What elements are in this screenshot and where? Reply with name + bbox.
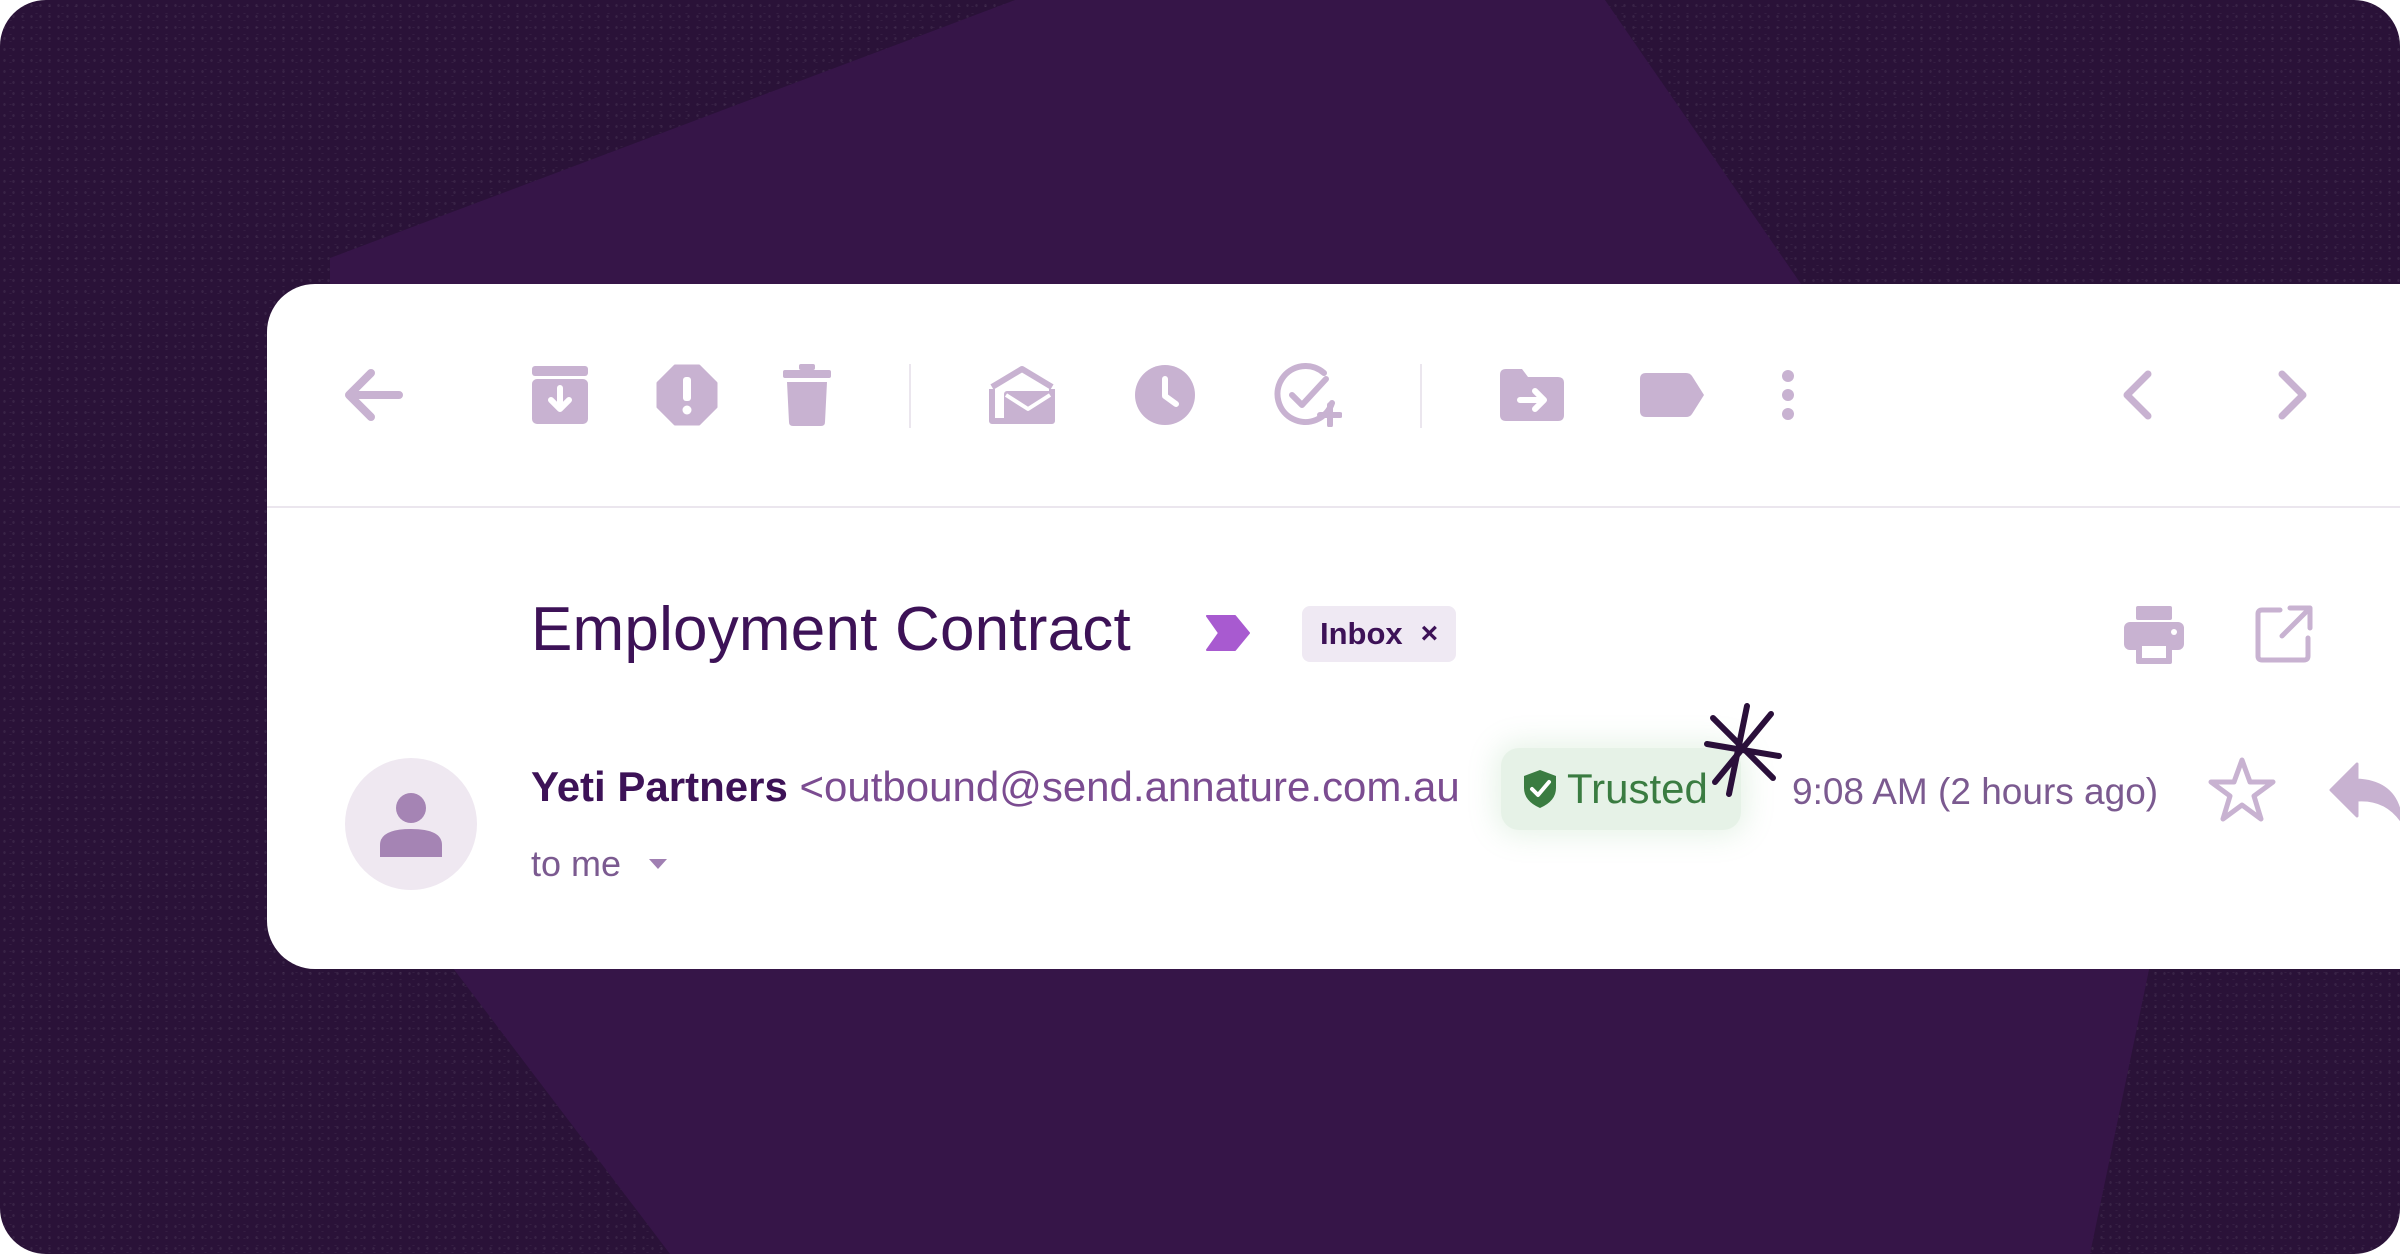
- snooze-icon: [1135, 365, 1195, 425]
- back-button[interactable]: [333, 355, 413, 435]
- chevron-left-icon: [2123, 370, 2152, 420]
- trusted-badge-text: Trusted: [1567, 765, 1708, 812]
- more-options-button[interactable]: [1748, 355, 1828, 435]
- snooze-button[interactable]: [1125, 355, 1205, 435]
- chevron-right-icon: [2278, 370, 2307, 420]
- archive-icon: [532, 366, 588, 424]
- reply-icon[interactable]: [2327, 760, 2400, 822]
- move-to-icon: [1500, 369, 1564, 421]
- email-toolbar: [267, 284, 2400, 508]
- toolbar-separator: [909, 364, 911, 428]
- toolbar-separator: [1420, 364, 1422, 428]
- report-spam-icon: [656, 364, 718, 426]
- sender-line: Yeti Partners <outbound@send.annature.co…: [531, 766, 1460, 808]
- delete-button[interactable]: [767, 355, 847, 435]
- email-card: Employment Contract Inbox × Yeti Partner…: [267, 284, 2400, 969]
- archive-button[interactable]: [520, 355, 600, 435]
- label-button[interactable]: [1632, 355, 1712, 435]
- move-to-button[interactable]: [1492, 355, 1572, 435]
- star-icon[interactable]: [2207, 756, 2277, 824]
- sparkle-doodle-icon: [1704, 703, 1782, 797]
- inbox-label-chip: Inbox ×: [1302, 606, 1457, 662]
- delete-icon: [783, 364, 831, 426]
- back-arrow-icon: [345, 369, 403, 421]
- sender-avatar[interactable]: [345, 758, 477, 890]
- inbox-label-text: Inbox: [1320, 616, 1403, 651]
- person-icon: [380, 793, 442, 857]
- older-button[interactable]: [2253, 355, 2333, 435]
- recipient-details-toggle[interactable]: to me: [531, 843, 669, 885]
- print-icon[interactable]: [2122, 602, 2186, 666]
- label-icon: [1640, 373, 1704, 417]
- open-in-new-window-icon[interactable]: [2252, 602, 2316, 666]
- remove-label-button[interactable]: ×: [1421, 617, 1439, 651]
- mark-unread-icon: [989, 366, 1055, 424]
- email-timestamp: 9:08 AM (2 hours ago): [1792, 771, 2159, 812]
- more-options-icon: [1782, 370, 1794, 420]
- sender-name[interactable]: Yeti Partners: [531, 763, 788, 810]
- report-spam-button[interactable]: [647, 355, 727, 435]
- add-to-tasks-button[interactable]: [1268, 355, 1348, 435]
- sender-email: <outbound@send.annature.com.au: [799, 763, 1460, 810]
- mark-unread-button[interactable]: [982, 355, 1062, 435]
- newer-button[interactable]: [2097, 355, 2177, 435]
- app-background: Employment Contract Inbox × Yeti Partner…: [0, 0, 2400, 1254]
- email-subject: Employment Contract: [531, 595, 1131, 664]
- importance-marker-icon[interactable]: [1205, 614, 1251, 652]
- add-to-tasks-icon: [1274, 363, 1342, 427]
- chevron-down-icon: [649, 859, 668, 869]
- shield-check-icon: [1524, 770, 1556, 808]
- recipient-text: to me: [531, 843, 622, 884]
